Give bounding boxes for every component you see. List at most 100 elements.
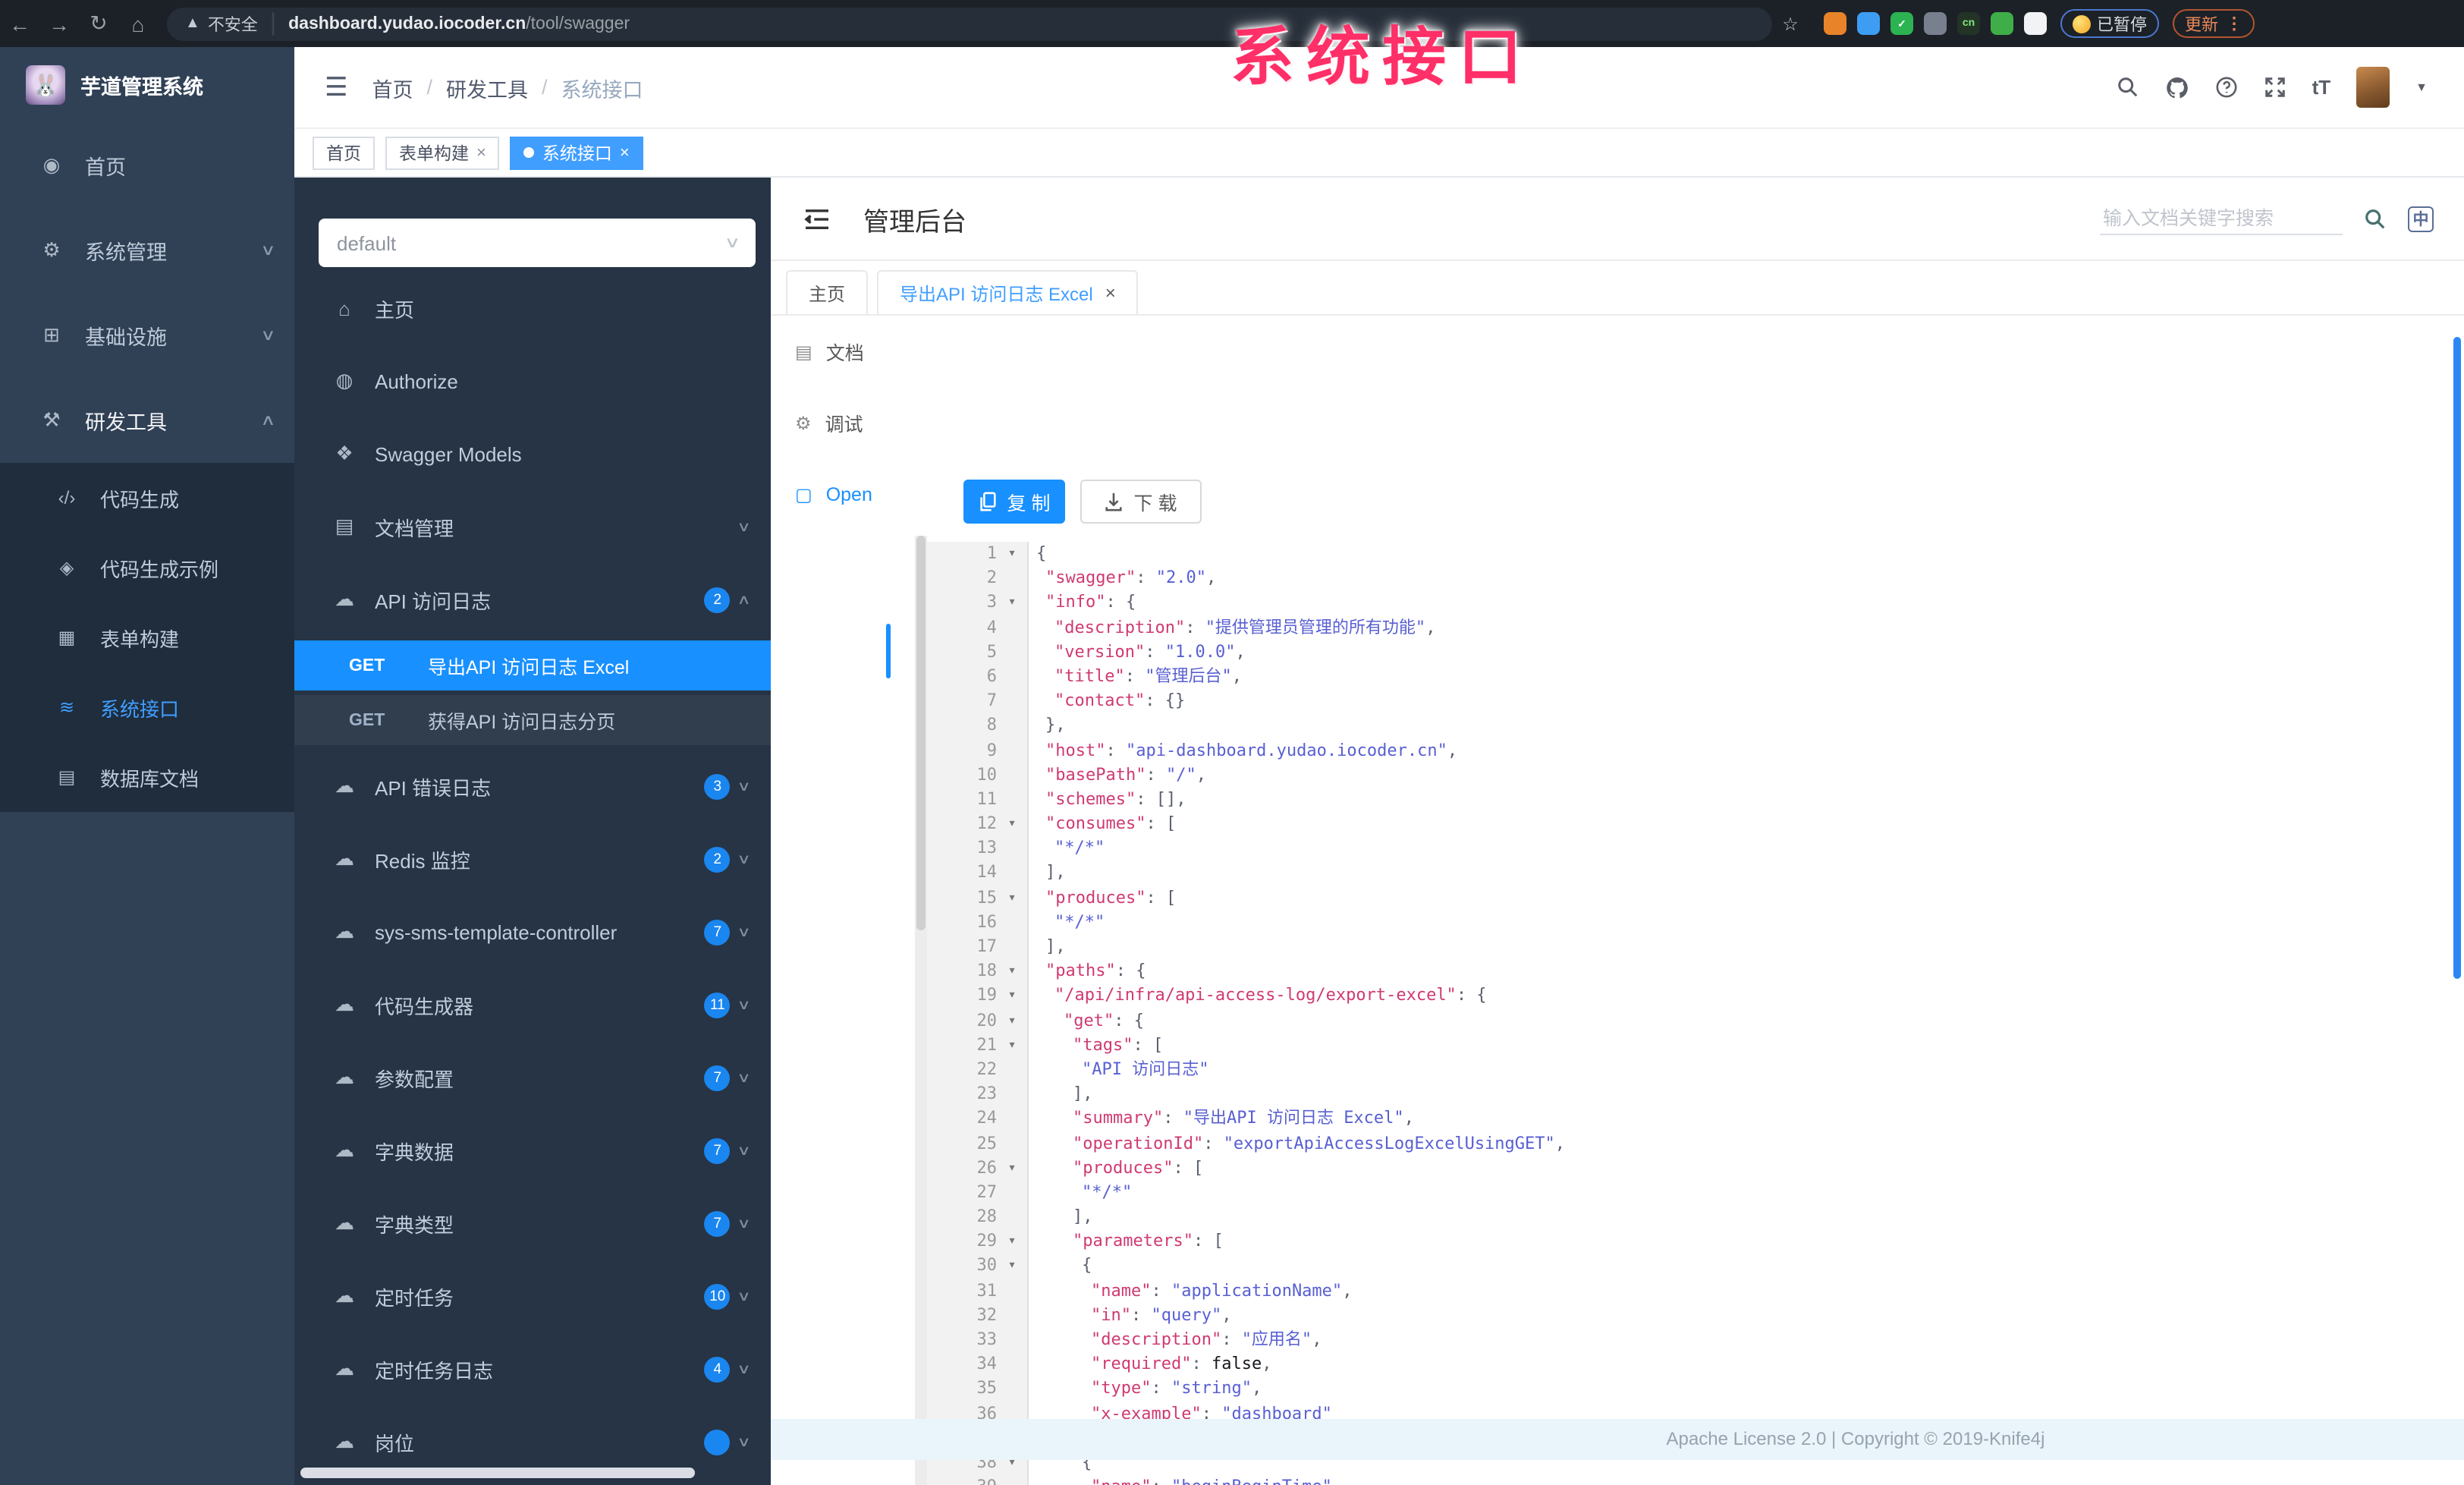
service-item-sys-sms-template-controller[interactable]: ☁ sys-sms-template-controller 7 ∨ <box>294 895 771 968</box>
tag-首页[interactable]: 首页 <box>313 136 375 169</box>
editor-scrollbar[interactable] <box>915 536 927 1485</box>
service-item-定时任务日志[interactable]: ☁ 定时任务日志 4 ∨ <box>294 1332 771 1405</box>
copy-button[interactable]: 复 制 <box>963 480 1065 524</box>
browser-menu-icon[interactable]: ⋮ <box>2226 14 2242 33</box>
close-icon[interactable]: × <box>620 143 630 162</box>
browser-update-button[interactable]: 更新 ⋮ <box>2173 9 2255 38</box>
download-button[interactable]: 下 载 <box>1080 480 1202 524</box>
side-tab-Open[interactable]: ▢ Open <box>771 458 915 530</box>
line-number: 6 <box>986 665 997 686</box>
user-avatar[interactable] <box>2356 67 2390 108</box>
side-tab-调试[interactable]: ⚙ 调试 <box>771 387 915 458</box>
fold-arrow-icon[interactable]: ▾ <box>997 1034 1027 1058</box>
language-toggle[interactable]: 中 <box>2408 206 2434 231</box>
doc-tab-主页[interactable]: 主页 <box>786 270 869 314</box>
doc-search-icon[interactable] <box>2364 207 2387 230</box>
user-menu-caret-icon[interactable]: ▼ <box>2415 80 2428 94</box>
service-item-字典类型[interactable]: ☁ 字典类型 7 ∨ <box>294 1187 771 1260</box>
fold-arrow-icon[interactable]: ▾ <box>997 542 1027 566</box>
service-item-API 访问日志[interactable]: ☁ API 访问日志 2 ∧ <box>294 563 771 636</box>
sidebar-subitem-系统接口[interactable]: ≋ 系统接口 <box>0 672 294 742</box>
code-line: 29 ▾ "parameters": [ <box>927 1229 2464 1254</box>
app-logo[interactable]: 🐰 芋道管理系统 <box>0 47 294 123</box>
page-scrollbar-thumb[interactable] <box>2453 337 2461 979</box>
fold-arrow-icon[interactable]: ▾ <box>997 886 1027 910</box>
tag-系统接口[interactable]: 系统接口 × <box>510 136 643 169</box>
address-bar[interactable]: ▲ 不安全 | dashboard.yudao.iocoder.cn/tool/… <box>167 7 1772 40</box>
sidebar-menu: ◉ 首页 ⚙ 系统管理 ∨ ⊞ 基础设施 ∨ ⚒ 研发工具 ∧ ‹/› 代码生成 ◈ 代码生成示例 ▦ 表单构建… <box>0 123 294 812</box>
operation-获得API 访问日志分页[interactable]: GET 获得API 访问日志分页 <box>294 695 771 745</box>
side-tabs-scrollbar[interactable] <box>886 624 891 678</box>
service-item-定时任务[interactable]: ☁ 定时任务 10 ∨ <box>294 1260 771 1332</box>
extension-location-icon[interactable] <box>1857 12 1880 35</box>
extension-star-icon[interactable] <box>2024 12 2047 35</box>
gutter: 16 <box>927 910 1029 935</box>
close-icon[interactable]: × <box>1105 282 1116 304</box>
service-item-文档管理[interactable]: ▤ 文档管理 ∨ <box>294 490 771 563</box>
not-secure-label[interactable]: 不安全 <box>208 11 258 36</box>
sidebar-subitem-代码生成示例[interactable]: ◈ 代码生成示例 <box>0 533 294 602</box>
line-number: 4 <box>986 617 997 637</box>
service-item-Swagger Models[interactable]: ❖ Swagger Models <box>294 417 771 490</box>
sidebar-item-首页[interactable]: ◉ 首页 <box>0 123 294 208</box>
fold-arrow-icon[interactable]: ▾ <box>997 959 1027 983</box>
extension-orange-icon[interactable] <box>1824 12 1846 35</box>
extension-grid-icon[interactable] <box>1924 12 1947 35</box>
service-item-字典数据[interactable]: ☁ 字典数据 7 ∨ <box>294 1114 771 1187</box>
service-horizontal-scrollbar[interactable] <box>300 1468 695 1478</box>
fold-arrow-icon[interactable]: ▾ <box>997 984 1027 1008</box>
font-size-icon[interactable]: tT <box>2312 76 2331 99</box>
service-item-主页[interactable]: ⌂ 主页 <box>294 272 771 345</box>
sidebar-subitem-代码生成[interactable]: ‹/› 代码生成 <box>0 463 294 533</box>
help-icon[interactable] <box>2215 76 2238 99</box>
doc-search-input[interactable] <box>2100 203 2343 234</box>
menu-fold-icon[interactable] <box>804 207 830 230</box>
breadcrumb-item[interactable]: 首页 <box>372 72 413 102</box>
fold-arrow-icon[interactable]: ▾ <box>997 812 1027 836</box>
line-number: 19 <box>976 985 998 1005</box>
fullscreen-icon[interactable] <box>2264 76 2286 99</box>
fold-arrow-icon[interactable]: ▾ <box>997 1008 1027 1033</box>
count-badge: 2 <box>704 587 731 612</box>
extension-cn-icon[interactable]: cn <box>1957 12 1980 35</box>
breadcrumb-item[interactable]: 系统接口 <box>561 72 643 102</box>
code-editor[interactable]: 1 ▾{2 "swagger": "2.0", 3 ▾ "info": {4 "descri… <box>915 536 2464 1485</box>
tag-表单构建[interactable]: 表单构建 × <box>385 136 500 169</box>
sidebar-subitem-表单构建[interactable]: ▦ 表单构建 <box>0 602 294 672</box>
sidebar-item-系统管理[interactable]: ⚙ 系统管理 ∨ <box>0 208 294 293</box>
reload-icon[interactable]: ↻ <box>79 11 118 36</box>
sidebar-item-基础设施[interactable]: ⊞ 基础设施 ∨ <box>0 293 294 378</box>
breadcrumb-item[interactable]: 研发工具 <box>446 72 528 102</box>
search-icon[interactable] <box>2117 76 2139 99</box>
service-item-代码生成器[interactable]: ☁ 代码生成器 11 ∨ <box>294 968 771 1041</box>
line-number: 13 <box>976 838 998 858</box>
fold-arrow-icon[interactable]: ▾ <box>997 1156 1027 1180</box>
sidebar-subitem-数据库文档[interactable]: ▤ 数据库文档 <box>0 742 294 812</box>
sidebar-item-研发工具[interactable]: ⚒ 研发工具 ∧ <box>0 378 294 463</box>
operation-导出API 访问日志 Excel[interactable]: GET 导出API 访问日志 Excel <box>294 640 771 691</box>
back-icon[interactable]: ← <box>0 11 39 36</box>
paused-extension-pill[interactable]: 已暂停 <box>2060 9 2159 38</box>
side-tab-文档[interactable]: ▤ 文档 <box>771 316 915 387</box>
service-item-Redis 监控[interactable]: ☁ Redis 监控 2 ∨ <box>294 823 771 895</box>
bookmark-star-icon[interactable]: ☆ <box>1772 13 1809 34</box>
close-icon[interactable]: × <box>476 143 486 162</box>
doc-area: 管理后台 中 主页 导出API 访问日志 Excel × ▤ 文档 ⚙ 调试 ▢ Open 复… <box>771 178 2464 1485</box>
fold-arrow-icon[interactable]: ▾ <box>997 591 1027 615</box>
extension-adguard-icon[interactable]: ✓ <box>1890 12 1913 35</box>
fold-arrow-icon[interactable]: ▾ <box>997 1254 1027 1279</box>
doc-tab-导出API 访问日志 Excel[interactable]: 导出API 访问日志 Excel × <box>877 270 1139 314</box>
extension-leaf-icon[interactable] <box>1991 12 2013 35</box>
github-icon[interactable] <box>2165 75 2189 99</box>
line-number: 21 <box>976 1034 998 1055</box>
fold-arrow-icon[interactable]: ▾ <box>997 1230 1027 1254</box>
forward-icon[interactable]: → <box>39 11 79 36</box>
hamburger-icon[interactable]: ☰ <box>294 72 372 102</box>
home-icon[interactable]: ⌂ <box>118 11 158 36</box>
service-item-参数配置[interactable]: ☁ 参数配置 7 ∨ <box>294 1041 771 1114</box>
service-item-Authorize[interactable]: ◍ Authorize <box>294 345 771 417</box>
document-icon: ▤ <box>795 341 812 362</box>
service-item-API 错误日志[interactable]: ☁ API 错误日志 3 ∨ <box>294 750 771 823</box>
group-select[interactable]: default ∨ <box>319 219 756 267</box>
editor-scrollbar-thumb[interactable] <box>916 536 926 930</box>
